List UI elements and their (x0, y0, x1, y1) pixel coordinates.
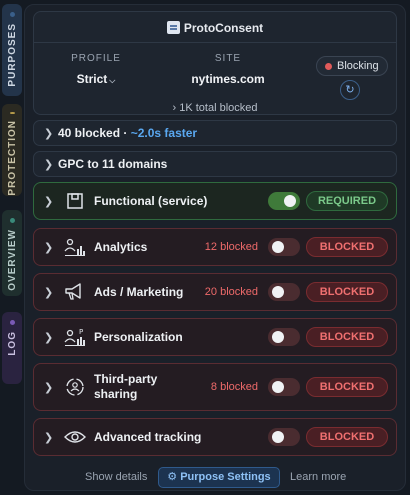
show-details-link[interactable]: Show details (85, 471, 147, 483)
main-panel: ProtoConsent PROFILE Strict ⌵ SITE nytime… (24, 4, 406, 491)
category-third-party-sharing[interactable]: ❯ Third-party sharing 8 blocked BLOCKED (33, 363, 397, 411)
purpose-settings-label: Purpose Settings (180, 471, 271, 483)
tab-dot (9, 12, 15, 17)
profile-value: Strict (76, 72, 108, 86)
brand-name: ProtoConsent (183, 21, 264, 35)
category-analytics[interactable]: ❯ Analytics 12 blocked BLOCKED (33, 228, 397, 266)
tab-overview[interactable]: OVERVIEW (2, 210, 22, 296)
chevron-right-icon: ❯ (44, 158, 54, 171)
category-name: Third-party sharing (94, 372, 157, 402)
tab-protection-label: PROTECTION (6, 120, 18, 196)
faster-label: ~2.0s faster (130, 126, 198, 140)
category-name: Ads / Marketing (94, 284, 184, 299)
people-chart-icon (64, 237, 86, 257)
category-name-line2: sharing (94, 387, 138, 401)
tab-purposes[interactable]: PURPOSES (2, 4, 22, 96)
purpose-settings-button[interactable]: ⚙ Purpose Settings (158, 467, 280, 488)
shared-user-icon (64, 377, 86, 397)
total-blocked-toggle[interactable]: › 1K total blocked (34, 102, 396, 114)
category-name-line1: Third-party (94, 372, 158, 386)
megaphone-icon (64, 282, 86, 302)
eye-icon (64, 427, 86, 447)
chevron-down-icon: ⌵ (109, 76, 116, 85)
blocked-summary: 40 blocked · (58, 126, 131, 140)
gear-icon: ⚙ (167, 471, 181, 483)
box-icon (64, 191, 86, 211)
tab-dot (9, 320, 15, 325)
category-toggle[interactable] (268, 428, 300, 446)
learn-more-link[interactable]: Learn more (290, 471, 346, 483)
footer: Show details ⚙ Purpose Settings Learn mo… (25, 467, 405, 488)
status-badge: BLOCKED (306, 377, 388, 397)
tab-overview-label: OVERVIEW (6, 229, 18, 291)
refresh-button[interactable]: ↻ (340, 80, 360, 100)
chevron-right-icon: ❯ (44, 331, 54, 344)
status-badge: BLOCKED (306, 427, 388, 447)
tab-dot (9, 112, 15, 115)
site-value: nytimes.com (191, 72, 265, 86)
chevron-right-icon: ❯ (44, 195, 54, 208)
category-name: Functional (service) (94, 193, 208, 208)
category-advanced-tracking[interactable]: ❯ Advanced tracking BLOCKED (33, 418, 397, 456)
toggle-knob (272, 331, 284, 343)
category-toggle[interactable] (268, 192, 300, 210)
total-blocked-label: 1K total blocked (179, 102, 258, 114)
tab-log-label: LOG (6, 331, 18, 356)
toggle-knob (272, 241, 284, 253)
category-toggle[interactable] (268, 283, 300, 301)
category-toggle[interactable] (268, 378, 300, 396)
svg-text:P: P (79, 328, 83, 336)
blocked-summary-row[interactable]: ❯ 40 blocked · ~2.0s faster (33, 120, 397, 146)
category-toggle[interactable] (268, 238, 300, 256)
divider (34, 42, 396, 43)
person-chart-icon: P (64, 327, 86, 347)
category-ads-marketing[interactable]: ❯ Ads / Marketing 20 blocked BLOCKED (33, 273, 397, 311)
profile-column: PROFILE Strict ⌵ (64, 53, 128, 86)
status-badge: Blocking (316, 56, 388, 76)
document-icon (166, 21, 180, 34)
category-name: Personalization (94, 329, 183, 344)
header-card: ProtoConsent PROFILE Strict ⌵ SITE nytime… (33, 11, 397, 115)
category-personalization[interactable]: ❯ P Personalization BLOCKED (33, 318, 397, 356)
toggle-knob (284, 195, 296, 207)
chevron-right-icon: ❯ (44, 381, 54, 394)
category-name: Advanced tracking (94, 429, 202, 444)
chevron-right-icon: ❯ (44, 127, 54, 140)
site-caption: SITE (214, 53, 242, 64)
status-label: Blocking (337, 60, 379, 72)
toggle-knob (272, 381, 284, 393)
tab-dot (9, 218, 15, 223)
refresh-icon: ↻ (345, 84, 355, 96)
blocked-count: 20 blocked (204, 286, 258, 298)
status-badge: BLOCKED (306, 327, 388, 347)
profile-select[interactable]: Strict ⌵ (64, 72, 128, 86)
status-dot-icon (325, 62, 332, 70)
category-functional[interactable]: ❯ Functional (service) REQUIRED (33, 182, 397, 220)
category-toggle[interactable] (268, 328, 300, 346)
tab-protection[interactable]: PROTECTION (2, 104, 22, 196)
site-column: SITE nytimes.com (178, 53, 278, 86)
gpc-label: GPC to 11 domains (58, 157, 168, 171)
toggle-knob (272, 286, 284, 298)
blocked-count: 8 blocked (210, 381, 258, 393)
status-badge: REQUIRED (306, 191, 388, 211)
blocked-count: 12 blocked (204, 241, 258, 253)
tab-log[interactable]: LOG (2, 312, 22, 384)
profile-caption: PROFILE (71, 53, 121, 64)
status-badge: BLOCKED (306, 237, 388, 257)
tab-purposes-label: PURPOSES (6, 23, 18, 87)
chevron-right-icon: ❯ (44, 286, 54, 299)
chevron-right-icon: ❯ (44, 241, 54, 254)
chevron-right-icon: ❯ (44, 431, 54, 444)
status-badge: BLOCKED (306, 282, 388, 302)
brand: ProtoConsent (34, 21, 396, 35)
toggle-knob (272, 431, 284, 443)
category-name: Analytics (94, 239, 148, 254)
gpc-row[interactable]: ❯ GPC to 11 domains (33, 151, 397, 177)
